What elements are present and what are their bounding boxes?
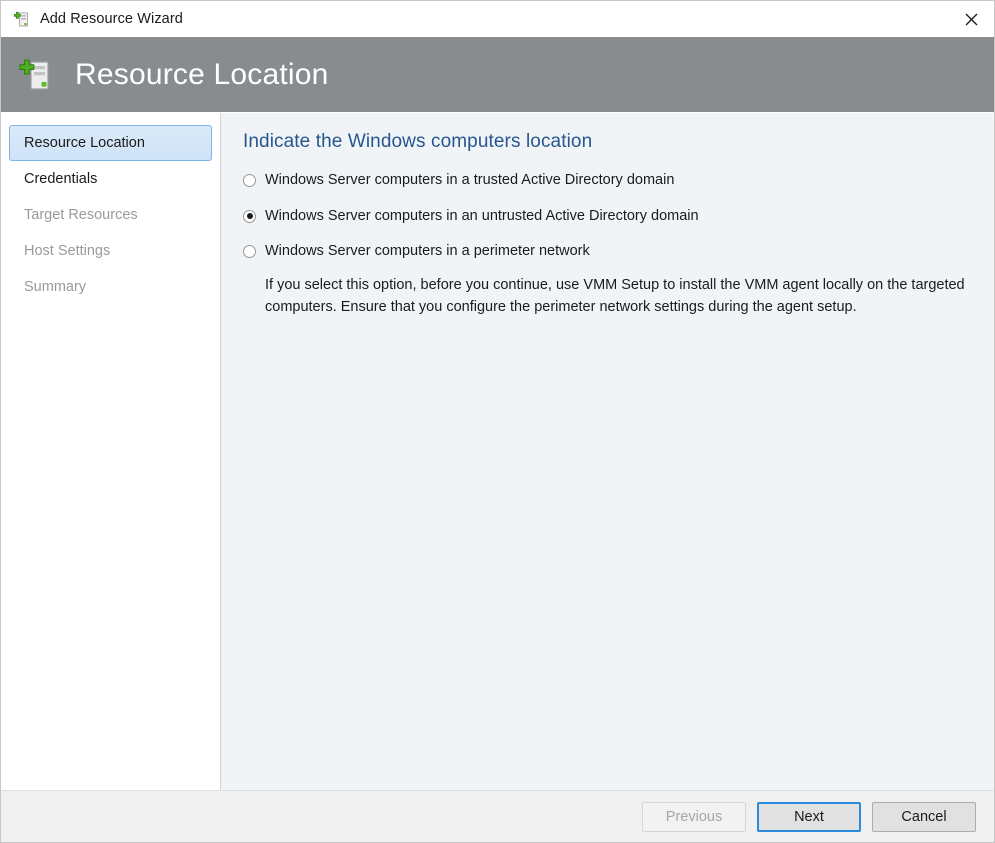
sidebar-item-label: Summary: [24, 279, 86, 295]
next-button[interactable]: Next: [757, 802, 861, 832]
radio-button-icon[interactable]: [243, 210, 256, 223]
sidebar-item-label: Target Resources: [24, 207, 138, 223]
close-icon[interactable]: [949, 1, 994, 37]
sidebar-item-summary: Summary: [9, 269, 212, 305]
wizard-footer: Previous Next Cancel: [1, 790, 994, 842]
cancel-button[interactable]: Cancel: [872, 802, 976, 832]
radio-option-label: Windows Server computers in a trusted Ac…: [265, 171, 674, 191]
radio-option-perimeter-network[interactable]: Windows Server computers in a perimeter …: [243, 242, 972, 262]
radio-button-icon[interactable]: [243, 245, 256, 258]
radio-option-label: Windows Server computers in a perimeter …: [265, 242, 590, 262]
add-resource-wizard-window: Add Resource Wizard Resource Location R: [0, 0, 995, 843]
page-title: Resource Location: [75, 58, 329, 92]
sidebar-item-host-settings: Host Settings: [9, 233, 212, 269]
sidebar-item-credentials[interactable]: Credentials: [9, 161, 212, 197]
title-bar: Add Resource Wizard: [1, 1, 994, 37]
previous-button: Previous: [642, 802, 746, 832]
sidebar-item-label: Host Settings: [24, 243, 110, 259]
sidebar-item-label: Resource Location: [24, 135, 145, 151]
add-server-icon: [17, 55, 57, 95]
sidebar-item-target-resources: Target Resources: [9, 197, 212, 233]
sidebar-item-label: Credentials: [24, 171, 97, 187]
radio-option-untrusted-domain[interactable]: Windows Server computers in an untrusted…: [243, 207, 972, 227]
add-server-icon: [13, 10, 31, 28]
radio-button-icon[interactable]: [243, 174, 256, 187]
content-panel: Indicate the Windows computers location …: [221, 113, 994, 790]
radio-option-label: Windows Server computers in an untrusted…: [265, 207, 699, 227]
radio-option-trusted-domain[interactable]: Windows Server computers in a trusted Ac…: [243, 171, 972, 191]
perimeter-network-description: If you select this option, before you co…: [265, 274, 972, 319]
wizard-body: Resource Location Credentials Target Res…: [1, 112, 994, 790]
wizard-steps-sidebar: Resource Location Credentials Target Res…: [1, 113, 221, 790]
sidebar-item-resource-location[interactable]: Resource Location: [9, 125, 212, 161]
page-header: Resource Location: [1, 37, 994, 112]
window-title: Add Resource Wizard: [40, 11, 183, 27]
content-heading: Indicate the Windows computers location: [243, 131, 972, 153]
